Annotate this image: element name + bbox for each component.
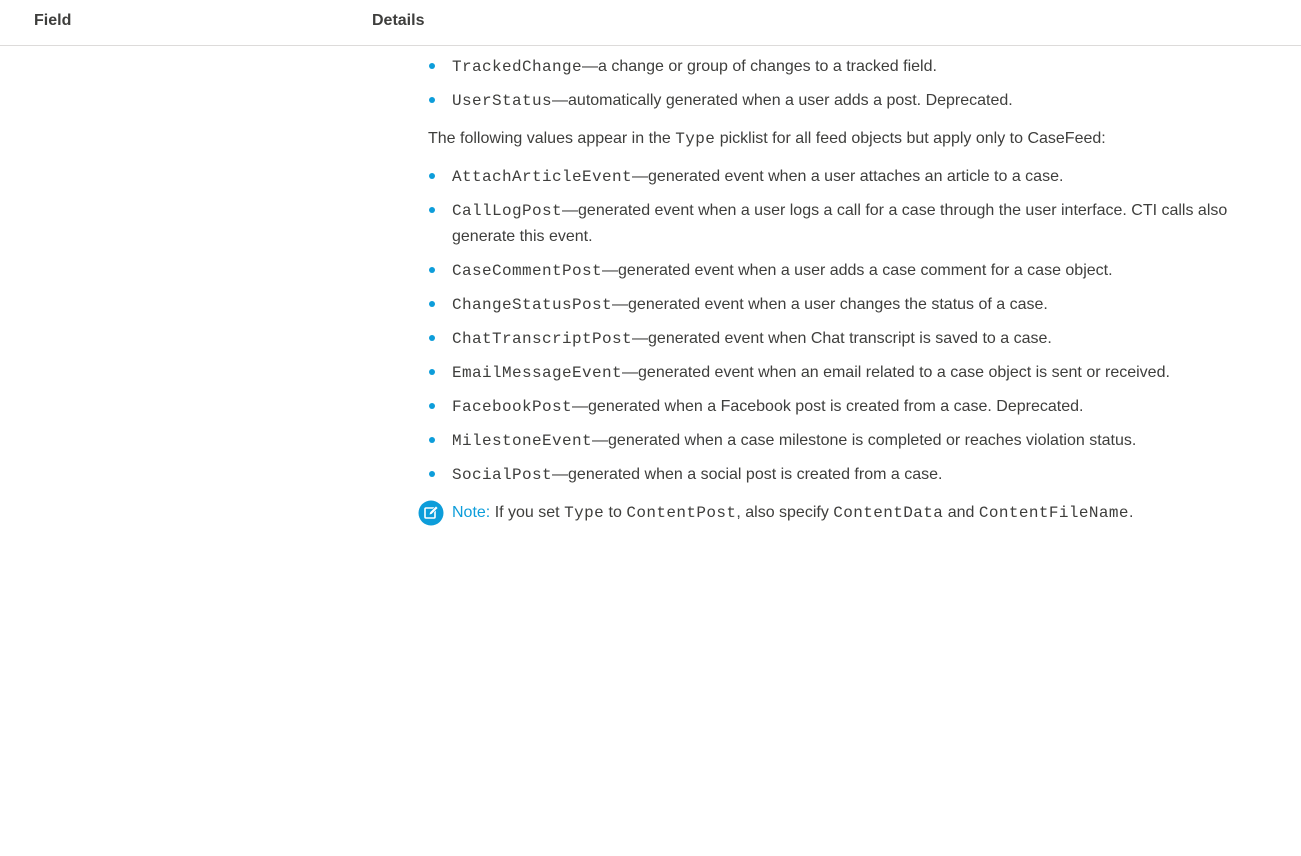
paragraph-text: picklist for all feed objects but apply … xyxy=(715,130,1106,147)
value-code: FacebookPost xyxy=(452,398,573,416)
value-description: —generated when a social post is created… xyxy=(552,466,943,483)
note-text: . xyxy=(1128,504,1134,521)
value-description: —a change or group of changes to a track… xyxy=(582,58,937,75)
list-item: UserStatus—automatically generated when … xyxy=(428,88,1276,114)
value-description: —generated when a Facebook post is creat… xyxy=(572,398,1084,415)
value-description: —generated event when a user adds a case… xyxy=(602,262,1113,279)
list-item: ChangeStatusPost—generated event when a … xyxy=(428,292,1276,318)
bullet-dot-icon xyxy=(429,207,435,213)
inline-code: ContentFileName xyxy=(978,504,1129,522)
note-text: If you set xyxy=(490,504,565,521)
bullet-dot-icon xyxy=(429,63,435,69)
bullet-dot-icon xyxy=(429,335,435,341)
column-header-details: Details xyxy=(372,12,425,29)
inline-code: ContentData xyxy=(833,504,944,522)
bullet-dot-icon xyxy=(429,403,435,409)
value-description: —automatically generated when a user add… xyxy=(552,92,1013,109)
inline-code: ContentPost xyxy=(626,504,737,522)
list-item: EmailMessageEvent—generated event when a… xyxy=(428,360,1276,386)
value-code: CaseCommentPost xyxy=(452,262,603,280)
value-code: CallLogPost xyxy=(452,202,563,220)
note-text: to xyxy=(604,504,627,521)
bullet-dot-icon xyxy=(429,301,435,307)
inline-code: Type xyxy=(675,130,716,148)
value-description: —generated event when Chat transcript is… xyxy=(632,330,1052,347)
bullet-dot-icon xyxy=(429,173,435,179)
bullet-dot-icon xyxy=(429,97,435,103)
list-item: ChatTranscriptPost—generated event when … xyxy=(428,326,1276,352)
note-text: and xyxy=(943,504,979,521)
value-code: UserStatus xyxy=(452,92,553,110)
note-label: Note: xyxy=(452,504,491,521)
list-item: CaseCommentPost—generated event when a u… xyxy=(428,258,1276,284)
value-description: —generated event when a user changes the… xyxy=(612,296,1048,313)
value-code: TrackedChange xyxy=(452,58,583,76)
value-code: EmailMessageEvent xyxy=(452,364,623,382)
column-header-field: Field xyxy=(34,12,72,29)
value-description: —generated event when a user attaches an… xyxy=(632,168,1064,185)
value-code: SocialPost xyxy=(452,466,553,484)
details-cell: TrackedChange—a change or group of chang… xyxy=(418,46,1276,526)
list-item: MilestoneEvent—generated when a case mil… xyxy=(428,428,1276,454)
list-item: FacebookPost—generated when a Facebook p… xyxy=(428,394,1276,420)
value-description: —generated event when a user logs a call… xyxy=(452,202,1228,245)
value-code: MilestoneEvent xyxy=(452,432,593,450)
casefeed-intro-paragraph: The following values appear in the Type … xyxy=(428,126,1276,152)
paragraph-text: The following values appear in the xyxy=(428,130,676,147)
inline-code: Type xyxy=(564,504,605,522)
value-code: AttachArticleEvent xyxy=(452,168,633,186)
note-text: , also specify xyxy=(736,504,834,521)
bullet-dot-icon xyxy=(429,471,435,477)
table-header-row: Field Details xyxy=(0,0,1301,46)
list-casefeed-values: AttachArticleEvent—generated event when … xyxy=(428,164,1276,488)
list-item: SocialPost—generated when a social post … xyxy=(428,462,1276,488)
bullet-dot-icon xyxy=(429,267,435,273)
bullet-dot-icon xyxy=(429,369,435,375)
list-item: CallLogPost—generated event when a user … xyxy=(428,198,1276,250)
list-tracked-values: TrackedChange—a change or group of chang… xyxy=(428,54,1276,114)
value-code: ChatTranscriptPost xyxy=(452,330,633,348)
value-description: —generated when a case milestone is comp… xyxy=(592,432,1137,449)
note-callout: Note: If you set Type to ContentPost, al… xyxy=(418,500,1276,526)
value-code: ChangeStatusPost xyxy=(452,296,613,314)
note-edit-icon xyxy=(418,500,444,526)
value-description: —generated event when an email related t… xyxy=(622,364,1170,381)
bullet-dot-icon xyxy=(429,437,435,443)
list-item: TrackedChange—a change or group of chang… xyxy=(428,54,1276,80)
list-item: AttachArticleEvent—generated event when … xyxy=(428,164,1276,190)
